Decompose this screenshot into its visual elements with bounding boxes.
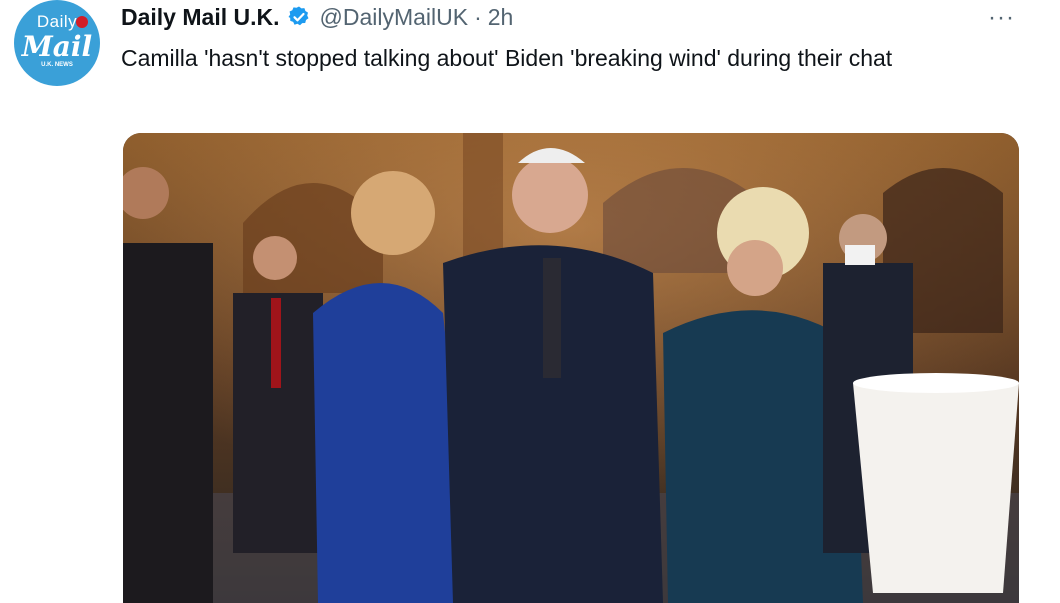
verified-badge-icon xyxy=(287,5,311,29)
author-name[interactable]: Daily Mail U.K. xyxy=(121,4,279,31)
separator-dot: · xyxy=(474,3,482,30)
timestamp[interactable]: 2h xyxy=(488,4,514,31)
author-handle[interactable]: @DailyMailUK xyxy=(319,4,468,31)
tweet-header: Daily Mail U.K. @DailyMailUK · 2h xyxy=(121,2,513,32)
poppy-icon xyxy=(76,16,88,28)
tweet-photo[interactable] xyxy=(123,133,1019,603)
avatar-logo-mail: Mail xyxy=(21,30,93,63)
more-options-icon[interactable]: ··· xyxy=(988,4,1015,32)
tweet-text: Camilla 'hasn't stopped talking about' B… xyxy=(121,45,893,71)
avatar[interactable]: Daily Mail U.K. NEWS xyxy=(14,0,100,86)
tweet-card[interactable]: Daily Mail U.K. NEWS Daily Mail U.K. @Da… xyxy=(0,0,1060,603)
avatar-logo-subtitle: U.K. NEWS xyxy=(41,62,73,68)
